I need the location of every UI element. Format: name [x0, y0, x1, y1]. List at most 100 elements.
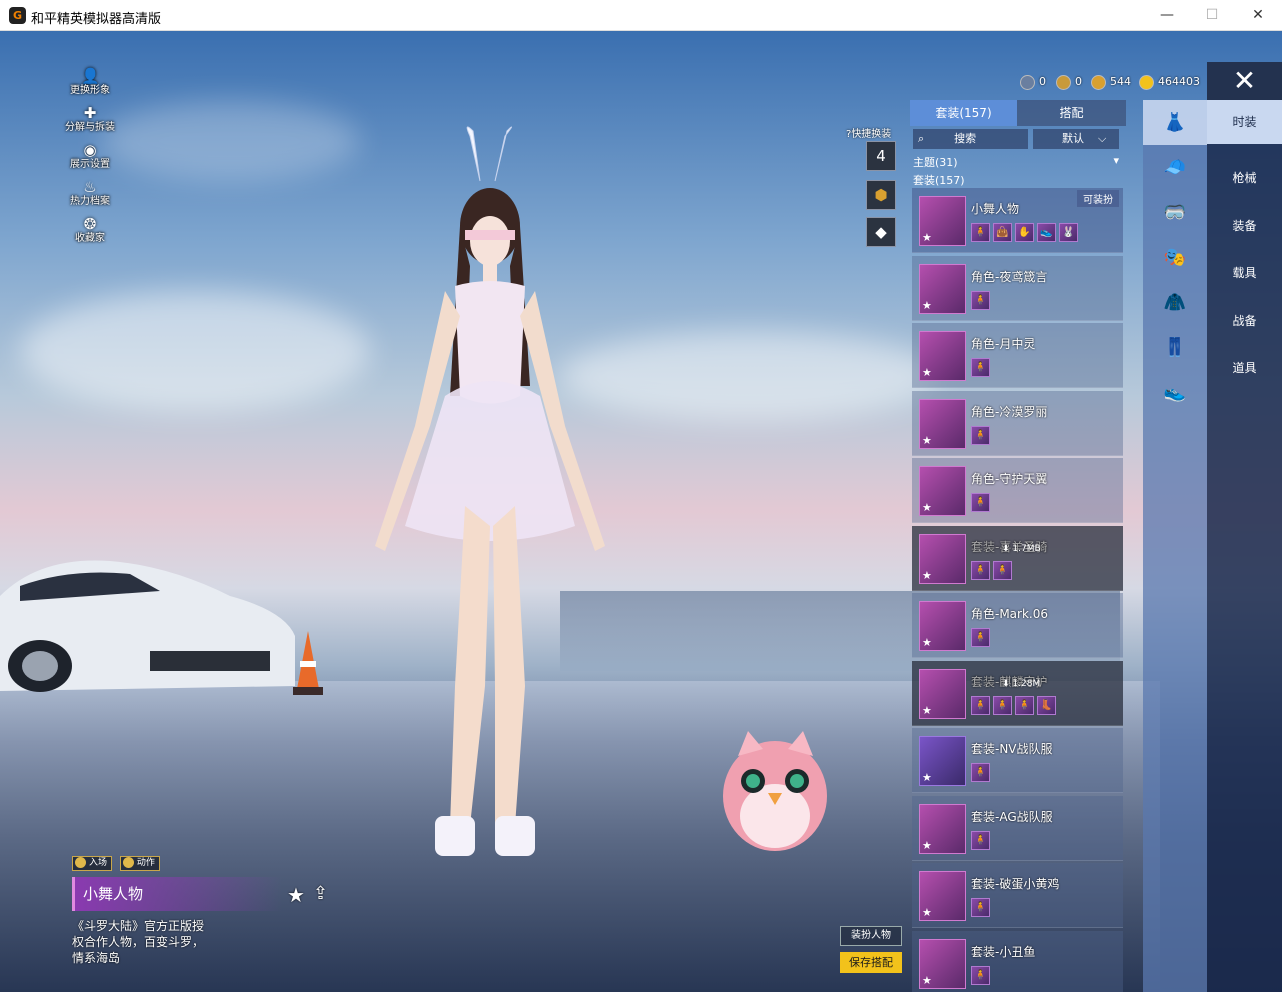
- search-input[interactable]: ⌕ 搜索: [913, 129, 1028, 149]
- outfit-tabs: 套装(157) 搭配: [910, 100, 1126, 126]
- part-icon: 🧍: [971, 425, 990, 445]
- part-icon: 🧍: [993, 560, 1012, 580]
- suit-parts: 🧍: [971, 965, 993, 986]
- suit-item[interactable]: ★ 角色-Mark.06 🧍: [912, 593, 1123, 658]
- collector-button[interactable]: ❂ 收藏家: [55, 215, 125, 252]
- tab-suits[interactable]: 套装(157): [910, 100, 1017, 126]
- suit-thumbnail: ★: [919, 736, 966, 786]
- traffic-cone: [293, 631, 323, 695]
- heat-archive-button[interactable]: ♨ 热力档案: [55, 178, 125, 215]
- suit-item[interactable]: ★ 角色-夜鸢箴言 🧍: [912, 255, 1123, 321]
- category-column: 👗 🧢 🥽 🎭 🧥 👖 👟: [1143, 100, 1207, 992]
- outfit-description: 《斗罗大陆》官方正版授权合作人物，百变斗罗，情系海岛: [72, 919, 205, 965]
- suit-parts: 🧍 🧍: [971, 560, 1015, 581]
- rarity-star-icon: ★: [922, 973, 932, 987]
- rarity-star-icon: ★: [922, 366, 932, 379]
- dress-character-button[interactable]: 装扮人物: [840, 926, 902, 946]
- suit-thumbnail: ★: [919, 938, 966, 989]
- part-icon: 👜: [993, 223, 1012, 242]
- suit-item[interactable]: ★ 角色-守护天翼 🧍: [912, 458, 1123, 523]
- category-tab[interactable]: 时装: [1207, 100, 1282, 144]
- diamond-icon: ◆: [875, 223, 887, 241]
- suit-item[interactable]: ★ 套装-麒麟守护 🧍 🧍 🧍 👢 ⬇ 1.28M: [912, 660, 1123, 726]
- suit-item[interactable]: ★ 小舞人物 🧍 👜 ✋ 👟 🐰 可装扮: [912, 188, 1123, 253]
- part-icon: 🧍: [971, 898, 990, 917]
- change-appearance-button[interactable]: 👤 更换形象: [55, 67, 125, 104]
- category-tab[interactable]: 装备: [1207, 204, 1282, 248]
- suit-item[interactable]: ★ 套装-NV战队服 🧍: [912, 728, 1123, 793]
- part-icon: 🧍: [971, 965, 990, 985]
- quick-slot-button[interactable]: 4: [866, 141, 896, 171]
- search-row: ⌕ 搜索 默认 ⌵: [913, 129, 1119, 149]
- goggles-icon[interactable]: 🥽: [1143, 190, 1207, 235]
- category-tab[interactable]: 道具: [1207, 346, 1282, 390]
- eye-icon: ◉: [83, 141, 97, 159]
- decompose-button[interactable]: ✚ 分解与拆装: [55, 104, 125, 141]
- suit-item[interactable]: ★ 套装-AG战队服 🧍: [912, 795, 1123, 861]
- star-icon[interactable]: ★: [287, 883, 305, 907]
- suit-item[interactable]: ★ 角色-冷漠罗丽 🧍: [912, 390, 1123, 456]
- part-icon: 🧍: [971, 290, 990, 310]
- suit-item[interactable]: ★ 套装-喜羊圣骑 🧍 🧍 ⬇ 1.7MB: [912, 525, 1123, 591]
- tab-combos[interactable]: 搭配: [1018, 100, 1125, 126]
- suit-parts: 🧍: [971, 425, 993, 446]
- category-tab[interactable]: 枪械: [1207, 156, 1282, 200]
- share-icon[interactable]: ⇪: [313, 883, 328, 904]
- suit-thumbnail: ★: [919, 668, 966, 719]
- download-size[interactable]: ⬇ 1.28M: [1002, 679, 1040, 689]
- download-size[interactable]: ⬇ 1.7MB: [1002, 544, 1041, 554]
- emote-button[interactable]: 动作: [119, 856, 160, 871]
- part-icon: 👟: [1037, 223, 1056, 242]
- suit-thumbnail: ★: [919, 263, 966, 314]
- jacket-icon[interactable]: 🧥: [1143, 280, 1207, 325]
- suit-parts: 🧍: [971, 830, 993, 851]
- category-tab[interactable]: 载具: [1207, 251, 1282, 295]
- display-settings-button[interactable]: ◉ 展示设置: [55, 141, 125, 178]
- part-icon: 🧍: [971, 830, 990, 850]
- rarity-star-icon: ★: [922, 838, 932, 852]
- mask-icon[interactable]: 🎭: [1143, 235, 1207, 280]
- close-icon[interactable]: ✕: [1207, 62, 1282, 100]
- rarity-star-icon: ★: [922, 501, 932, 514]
- emblem-icon: ⬢: [874, 186, 888, 204]
- enter-animation-button[interactable]: 入场: [72, 856, 113, 871]
- minimize-button[interactable]: —: [1147, 4, 1187, 26]
- quick-change-label[interactable]: ?快捷换装: [846, 125, 891, 140]
- part-icon: 🧍: [971, 763, 990, 782]
- suit-name: 角色-夜鸢箴言: [971, 269, 1048, 284]
- suit-thumbnail: ★: [919, 466, 966, 516]
- shoes-icon[interactable]: 👟: [1143, 370, 1207, 415]
- part-icon: 🧍: [971, 695, 990, 715]
- rarity-star-icon: ★: [922, 636, 932, 649]
- emblem-button[interactable]: ⬢: [866, 180, 896, 210]
- diamond-button[interactable]: ◆: [866, 217, 896, 247]
- suit-parts: 🧍: [971, 358, 993, 378]
- currency-1: 0: [1020, 73, 1046, 91]
- save-combo-button[interactable]: 保存搭配: [840, 952, 902, 973]
- dance-icon: [122, 857, 134, 868]
- cap-icon[interactable]: 🧢: [1143, 145, 1207, 190]
- suit-thumbnail: ★: [919, 398, 966, 449]
- theme-filter[interactable]: 主题(31) ▾: [913, 154, 1119, 170]
- rarity-star-icon: ★: [922, 298, 932, 312]
- action-buttons: 入场 动作: [72, 854, 164, 871]
- download-icon: ⬇: [1002, 678, 1013, 689]
- search-icon: ⌕: [918, 132, 925, 145]
- pants-icon[interactable]: 👖: [1143, 325, 1207, 370]
- coin-icon: [1056, 74, 1071, 90]
- suit-item[interactable]: ★ 套装-小丑鱼 🧍: [912, 930, 1123, 992]
- suit-thumbnail: ★: [919, 871, 966, 921]
- category-tab[interactable]: 战备: [1207, 299, 1282, 343]
- outfit-name: 小舞人物: [72, 877, 282, 911]
- suit-item[interactable]: ★ 套装-破蛋小黄鸡 🧍: [912, 863, 1123, 928]
- flame-icon: ♨: [83, 178, 97, 196]
- suit-name: 角色-月中灵: [971, 337, 1036, 351]
- suit-item[interactable]: ★ 角色-月中灵 🧍: [912, 323, 1123, 388]
- maximize-button[interactable]: ☐: [1192, 4, 1232, 26]
- part-icon: 🐰: [1059, 223, 1078, 242]
- wearable-badge: 可装扮: [1077, 190, 1119, 207]
- outfit-icon[interactable]: 👗: [1143, 100, 1207, 145]
- window-close-button[interactable]: ✕: [1238, 4, 1278, 26]
- sort-dropdown[interactable]: 默认 ⌵: [1033, 129, 1119, 149]
- part-icon: 👢: [1037, 695, 1056, 715]
